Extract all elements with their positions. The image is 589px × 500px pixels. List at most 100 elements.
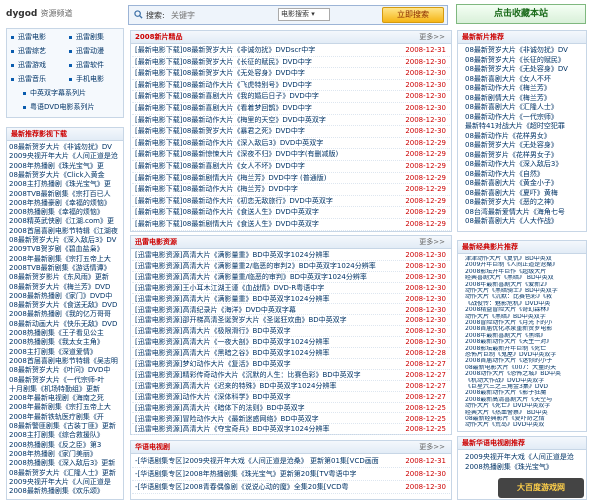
new-films-more-link[interactable]: 更多>> (419, 31, 445, 44)
list-row-title[interactable]: [迅雷电影资源]高清纪录片《海洋》DVD中英双字幕 (135, 305, 405, 315)
category-link[interactable]: 迅雷剧集 (66, 31, 104, 44)
left-latest-item[interactable]: 2008TVB最新剧集《宗打百已人 (9, 190, 121, 199)
list-row-title[interactable]: [最新电影下载]08最新动作大片《飞虎特别号》DVD中字 (135, 80, 405, 91)
right-new-item[interactable]: 08最新贺岁片《花样男女子》 (465, 151, 585, 161)
left-latest-item[interactable]: 2008首届喜剧电影节特辑《吴志明 (9, 357, 121, 366)
left-latest-item[interactable]: 2008热播剧集《深入敌后3》更新 (9, 459, 121, 468)
left-latest-item[interactable]: 2008热播剧集《我太女主角》 (9, 338, 121, 347)
category-link[interactable]: 粤语DVD电影系列片 (20, 101, 94, 114)
left-latest-item[interactable]: 2008热播剧集《王子看见公主 (9, 329, 121, 338)
right-new-item[interactable]: 08最新贺岁大片《非诚勿扰》DV (465, 46, 585, 56)
category-link[interactable]: 迅雷音乐 (8, 73, 46, 86)
left-latest-item[interactable]: 2009央视开年大片《人间正道是沧 (9, 152, 121, 161)
list-row-title[interactable]: [最新电影下载]08最新贺岁大片《长征的赋民》DVD中字 (135, 57, 405, 68)
thunder-films-more-link[interactable]: 更多>> (419, 236, 445, 249)
category-link[interactable]: 迅雷动漫 (66, 45, 104, 58)
category-link[interactable]: 迅雷电影 (8, 31, 46, 44)
site-logo[interactable]: dygod 资源频道 (6, 8, 73, 19)
left-latest-item[interactable]: 2008热播剧集《反之臣》第3 (9, 441, 121, 450)
list-row-title[interactable]: [迅雷电影资源]高清大片《满影量重2/临恶的审判2》BD中英双字1024分辨率 (135, 261, 405, 271)
left-latest-item[interactable]: 08最新贺岁大片《Click入黄金 (9, 171, 121, 180)
list-row-title[interactable]: [最新电影下载]08最新惊悚大片《深夜不归》DVD中字(有删减版) (135, 149, 405, 160)
search-button[interactable]: 立即搜索 (382, 7, 444, 23)
list-row-title[interactable]: [最新电影下载]08最新动作大片《深入敌后3》DVD中英双字 (135, 138, 405, 149)
list-row-title[interactable]: [最新电影下载]08最新动作大片《梅里的天空》DVD中英双字 (135, 115, 405, 126)
list-row-title[interactable]: [迅雷电影资源]冒险动作大片《最新迷惑网络》BD中英双字 (135, 414, 405, 424)
right-new-item[interactable]: 08最新动作片《花样男女》 (465, 132, 585, 142)
list-row-title[interactable]: [迅雷电影资源]动作大片《深体科学》BD中英双字 (135, 392, 405, 402)
list-row-title[interactable]: [迅雷电影资源]高清大片《满影量重》BD中英双字1024分辨率 (135, 250, 405, 260)
left-latest-item[interactable]: 2009TVB贺岁剧《碧血盐枭》 (9, 245, 121, 254)
list-row-title[interactable]: [迅雷电影资源]高清大片《极限滑行》BD中英双字 (135, 326, 405, 336)
left-latest-item[interactable]: 08最新贺岁大片《一代宗师-叶 (9, 376, 121, 385)
right-new-item[interactable]: 08最新喜剧大片《汇隆人士》 (465, 103, 585, 113)
left-latest-item[interactable]: 十月剧集《机场特勤组》更新 (9, 385, 121, 394)
left-latest-item[interactable]: 08最新贺岁大片《梅兰芳》DVD (9, 283, 121, 292)
left-latest-item[interactable]: 2008主打剧集《综合救援队》 (9, 431, 121, 440)
left-latest-item[interactable]: 2008年最新铁轨医疗剧集《开 (9, 413, 121, 422)
category-link[interactable]: 迅雷综艺 (8, 45, 46, 58)
right-new-item[interactable]: 08台湾最新爱情大片《海角七号 (465, 208, 585, 218)
left-latest-item[interactable]: 2008最新热播剧《我的亿万哥哥 (9, 310, 121, 319)
right-new-item[interactable]: 08最新喜剧大片《夏吓》黄梅 (465, 189, 585, 199)
left-latest-item[interactable]: 2008最新热播剧《家门》DVD中 (9, 292, 121, 301)
left-latest-item[interactable]: 2008年热播剧《家门美丽》 (9, 450, 121, 459)
left-latest-item[interactable]: 2008年最新剧集《宗打五帝上大 (9, 403, 121, 412)
list-row-title[interactable]: [迅雷电影资源]高清大片《黑暗之谷》BD中英双字1024分辨率 (135, 348, 405, 358)
left-latest-item[interactable]: 2008年最新电视剧《海南之死 (9, 394, 121, 403)
list-row-title[interactable]: [迅雷电影资源]高清大片《满影量重/临恶的审判》BD中英双字1024分辨率 (135, 272, 405, 282)
left-latest-item[interactable]: 08最新警匪剧集《古装丁匪》更新 (9, 422, 121, 431)
left-latest-item[interactable]: 2008最新热播剧集《欢乐颂》 (9, 487, 121, 496)
list-row-title[interactable]: [最新电影下载]08最新动作大片《食送人生》DVD中英双字 (135, 207, 405, 218)
right-new-item[interactable]: 08最新贺岁大片《长征的赋民》 (465, 56, 585, 66)
category-link[interactable]: 迅雷软件 (66, 59, 104, 72)
list-row-title[interactable]: [迅雷电影资源]王小耳木江湖王谨《血战情》DVD-R粤语中字 (135, 283, 405, 293)
list-row-title[interactable]: [最新电影下载]08最新贺岁大片《无处容身》DVD中字 (135, 68, 405, 79)
chinese-tv-more-link[interactable]: 更多>> (419, 441, 445, 454)
right-tv-item[interactable]: 2008热播剧集《珠光宝气》 (465, 462, 585, 472)
list-row-title[interactable]: [最新电影下载]08最新剧情大片《食送人生》DVD中英双字 (135, 219, 405, 230)
list-row-title[interactable]: [最新电影下载]08最新喜剧大片《女人不坏》DVD中字 (135, 161, 405, 172)
right-new-item[interactable]: 08最新动作大片《自然》 (465, 170, 585, 180)
left-latest-item[interactable]: 08最新贺岁大片《食送无敌》DVD (9, 301, 121, 310)
list-row-title[interactable]: -[华语剧集专区]2008年热播剧集《珠光宝气》更新第20集[TV粤语中字 (135, 468, 405, 480)
right-new-item[interactable]: 08最新动作大片《梅兰芳》 (465, 84, 585, 94)
left-latest-item[interactable]: 2008热播剧集《幸福的烦恼》 (9, 208, 121, 217)
left-latest-item[interactable]: 2008年热播剧《珠光宝气》更 (9, 162, 121, 171)
search-input[interactable] (171, 9, 271, 21)
list-row-title[interactable]: [迅雷电影资源]高清大片《暗体下的法则》BD中英双字 (135, 403, 405, 413)
list-row-title[interactable]: [迅雷电影资源]高清大片《满影量重》BD中英双字1024分辨率 (135, 294, 405, 304)
list-row-title[interactable]: [最新电影下载]08最新喜剧大片《我的婚后日子》DVD中字 (135, 91, 405, 102)
right-tv-item[interactable]: 2009央视开年大戏《人间正道是沧 (465, 452, 585, 462)
right-new-item[interactable]: 08最新剧情大片《梅兰芳》 (465, 94, 585, 104)
list-row-title[interactable]: [迅雷电影资源]高清大片《夺宝奇兵》BD中英双字1024分辨率 (135, 424, 405, 434)
left-latest-item[interactable]: 2008精英武侠剧《江湖.com》更 (9, 217, 121, 226)
right-new-item[interactable]: 08最新喜剧大片《人大作战》 (465, 217, 585, 227)
left-latest-item[interactable]: 08最新动画大片《快乐无敌》DVD (9, 320, 121, 329)
list-row-title[interactable]: [迅雷电影资源]梦幻动作大片《复活》BD中英双字 (135, 359, 405, 369)
left-latest-item[interactable]: 08最新贺岁大片《汇隆人士》更新 (9, 469, 121, 478)
right-new-item[interactable]: 08最新贺岁大片《无处容身》DV (465, 65, 585, 75)
left-latest-item[interactable]: 2008主打热播剧《珠光宝气》更 (9, 180, 121, 189)
left-latest-item[interactable]: 2008年热播豪剧《幸福的烦恼》 (9, 199, 121, 208)
left-latest-item[interactable]: 2008年最新剧集《宗打五帝上大 (9, 255, 121, 264)
category-link[interactable]: 手机电影 (66, 73, 104, 86)
right-classic-item[interactable]: 动作大片《荒岛》DVD中英双 (465, 422, 585, 428)
right-new-item[interactable]: 08最新贺岁大片《无处容身》 (465, 141, 585, 151)
list-row-title[interactable]: [迅雷电影资源]高清大片《一夜大剖》BD中英双字1024分辨率 (135, 337, 405, 347)
list-row-title[interactable]: [最新电影下载]08最新贺岁大片《暴君之死》DVD中字 (135, 126, 405, 137)
search-type-select[interactable]: 电影搜索 ▾ (278, 8, 330, 21)
list-row-title[interactable]: [最新电影下载]08最新动作大片《初恋无敌旅行》DVD中英双字 (135, 196, 405, 207)
left-latest-item[interactable]: 2008主打剧集《深道爱情》 (9, 348, 121, 357)
right-new-item[interactable]: 最新特41对战大片《超时空犯罪 (465, 122, 585, 132)
list-row-title[interactable]: [最新电影下载]08最新动作大片《梅兰芳》DVD中字 (135, 184, 405, 195)
left-latest-item[interactable]: 2008TVB最新剧集《游话情谭》 (9, 264, 121, 273)
list-row-title[interactable]: [最新电影下载]08最新贺岁大片《非诚勿扰》DVDscr中字 (135, 45, 405, 56)
category-link[interactable]: 迅雷游戏 (8, 59, 46, 72)
left-latest-item[interactable]: 08最新贺岁影片《东风雨》更新 (9, 273, 121, 282)
list-row-title[interactable]: [最新电影下载]08最新喜剧大片《看着梦回鹊》DVD中字 (135, 103, 405, 114)
right-new-item[interactable]: 08最新喜剧大片《女人不坏 (465, 75, 585, 85)
right-new-item[interactable]: 08最新贺岁大片《恶的之神》 (465, 198, 585, 208)
list-row-title[interactable]: [迅雷电影资源]高清大片《迟来的特殊》BD中英双字1024分辨率 (135, 381, 405, 391)
list-row-title[interactable]: -[华语剧集专区]2009央视开年大戏《人间正道是沧桑》 更新第01集[VCD画… (135, 455, 405, 467)
